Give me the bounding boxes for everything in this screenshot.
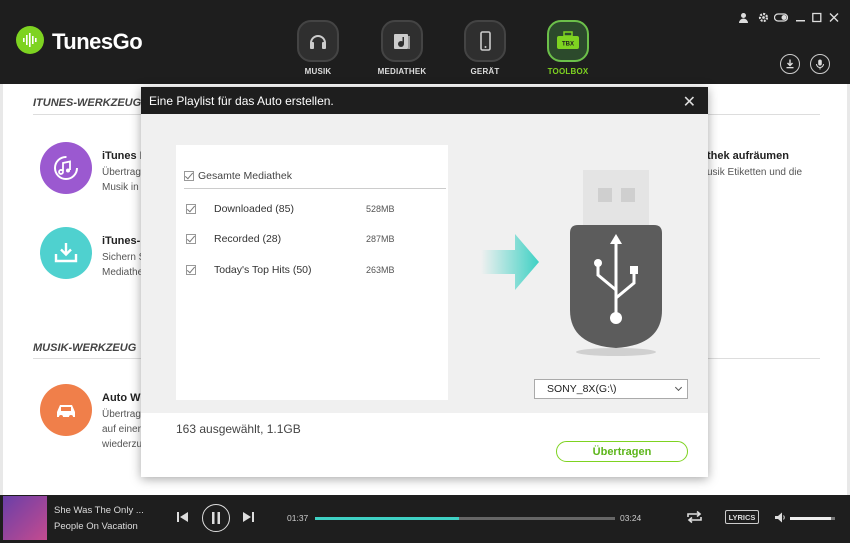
volume-slider[interactable] [790,517,835,520]
player-bar: She Was The Only ... People On Vacation … [0,495,850,543]
dialog-close-icon[interactable]: ✕ [683,92,696,112]
checkbox-icon[interactable] [186,234,196,244]
pause-icon [212,512,220,524]
checkbox-icon[interactable] [186,204,196,214]
chevron-down-icon [674,383,683,392]
next-icon[interactable] [242,511,254,526]
tab-mediathek[interactable]: MEDIATHEK [372,20,432,80]
dialog-title: Eine Playlist für das Auto erstellen. [149,93,334,108]
usb-drive-icon [566,170,666,363]
select-all-checkbox[interactable]: Gesamte Mediathek [184,163,446,189]
repeat-icon[interactable] [686,510,703,527]
playlist-name: Downloaded (85) [214,203,294,215]
album-art[interactable] [3,496,47,540]
playlist-row[interactable]: Downloaded (85) 528MB [186,201,436,217]
tool-title: thek aufräumen [707,150,789,162]
playlist-list: Gesamte Mediathek Downloaded (85) 528MB … [176,145,448,400]
tab-label: GERÄT [470,67,500,76]
volume-icon[interactable] [775,512,786,526]
transfer-button[interactable]: Übertragen [556,441,688,462]
close-icon[interactable] [829,12,839,26]
device-select[interactable]: SONY_8X(G:\) [534,379,688,399]
pause-button[interactable] [202,504,230,532]
car-icon[interactable] [40,384,92,436]
microphone-icon[interactable] [810,54,830,74]
tool-title: iTunes-I [102,235,144,247]
progress-fill [315,517,459,520]
user-icon[interactable] [738,12,749,26]
section-title-itunes: ITUNES-WERKZEUG [33,97,142,109]
tab-musik[interactable]: MUSIK [288,20,348,80]
tool-desc: usik Etiketten und die [707,167,803,178]
playlist-name: Recorded (28) [214,233,282,245]
select-all-label: Gesamte Mediathek [198,169,292,182]
gear-icon[interactable] [758,12,769,26]
dialog-footer: 163 ausgewählt, 1.1GB Übertragen [141,413,708,477]
playlist-size: 287MB [366,234,395,244]
toolbox-badge: TBX [562,42,574,48]
tab-label: MUSIK [304,67,332,76]
volume-fill [790,517,831,520]
maximize-icon[interactable] [812,12,822,26]
lyrics-button[interactable]: LYRICS [725,510,759,524]
itunes-backup-icon[interactable] [40,227,92,279]
playlist-row[interactable]: Today's Top Hits (50) 263MB [186,262,436,278]
music-library-icon [381,20,423,62]
time-current: 01:37 [287,513,309,523]
headphones-icon [297,20,339,62]
playlist-size: 263MB [366,265,395,275]
car-playlist-dialog: Eine Playlist für das Auto erstellen. ✕ … [141,87,708,477]
itunes-transfer-icon[interactable] [40,142,92,194]
track-title: She Was The Only ... [54,505,144,516]
time-total: 03:24 [620,513,642,523]
playlist-row[interactable]: Recorded (28) 287MB [186,231,436,247]
section-title-musik: MUSIK-WERKZEUG [33,342,137,354]
progress-slider[interactable] [315,517,615,520]
tab-geraet[interactable]: GERÄT [455,20,515,80]
playlist-name: Today's Top Hits (50) [214,264,312,276]
selection-summary: 163 ausgewählt, 1.1GB [176,422,301,436]
track-artist: People On Vacation [54,521,138,532]
tab-label: TOOLBOX [547,67,589,76]
tool-title: Auto W [102,392,141,404]
toolbox-icon: TBX [547,20,589,62]
tool-desc: Übertrag auf einer wiederzu [102,409,143,450]
tab-label: MEDIATHEK [377,67,427,76]
toggle-icon[interactable] [773,12,789,26]
minimize-icon[interactable] [796,12,806,26]
app-title: TunesGo [52,29,143,54]
dialog-header: Eine Playlist für das Auto erstellen. [141,87,708,114]
download-icon[interactable] [780,54,800,74]
device-select-value: SONY_8X(G:\) [547,383,617,395]
checkbox-icon [184,170,194,181]
phone-icon [464,20,506,62]
playlist-size: 528MB [366,204,395,214]
top-bar: TunesGo MUSIK MEDIATHEK GERÄT TBX TOOLBO… [0,0,850,84]
checkbox-icon[interactable] [186,265,196,275]
tool-desc: Sichern S Mediathe [102,252,146,278]
previous-icon[interactable] [177,511,189,526]
logo-icon [16,26,44,54]
tab-toolbox[interactable]: TBX TOOLBOX [538,20,598,80]
transfer-arrow-icon [481,232,541,295]
tool-desc: Übertrag Musik in [102,167,141,193]
